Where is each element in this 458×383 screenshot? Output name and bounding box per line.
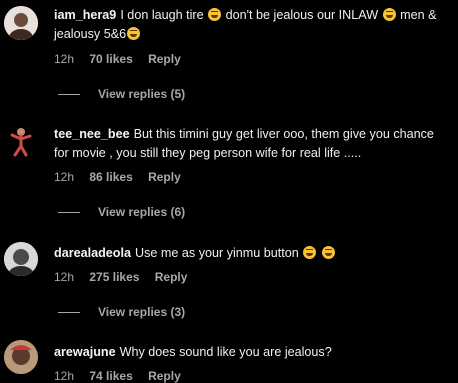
divider-line	[58, 311, 80, 313]
comment-time: 12h	[54, 270, 75, 284]
comment-text: iam_hera9 I don laugh tire don't be jealo…	[54, 8, 437, 41]
view-replies-button[interactable]: View replies (5)	[58, 87, 185, 101]
comment-time: 12h	[54, 170, 75, 184]
comment-username[interactable]: darealadeola	[54, 246, 131, 260]
avatar[interactable]	[4, 340, 38, 374]
view-replies-button[interactable]: View replies (3)	[58, 305, 185, 319]
laughing-emoji-icon	[303, 246, 317, 259]
comment-time: 12h	[54, 52, 75, 66]
comment-text: arewajune Why does sound like you are jea…	[54, 345, 332, 359]
view-replies-button[interactable]: View replies (6)	[58, 205, 185, 219]
reply-button[interactable]: Reply	[148, 52, 181, 66]
laughing-emoji-icon	[321, 246, 335, 259]
reply-button[interactable]: Reply	[155, 270, 188, 284]
like-count[interactable]: 70 likes	[89, 52, 132, 66]
like-count[interactable]: 275 likes	[89, 270, 139, 284]
comment-meta: 12h 86 likes Reply	[54, 170, 193, 184]
comment-username[interactable]: iam_hera9	[54, 8, 116, 22]
avatar[interactable]	[4, 124, 38, 158]
like-count[interactable]: 86 likes	[89, 170, 132, 184]
comment-text: darealadeola Use me as your yinmu button	[54, 244, 452, 263]
laughing-emoji-icon	[382, 8, 396, 21]
reply-button[interactable]: Reply	[148, 170, 181, 184]
divider-line	[58, 211, 80, 213]
laughing-emoji-icon	[127, 27, 141, 40]
comment-meta: 12h 275 likes Reply	[54, 270, 199, 284]
comment-username[interactable]: arewajune	[54, 345, 116, 359]
comment-username[interactable]: tee_nee_bee	[54, 127, 130, 141]
avatar[interactable]	[4, 6, 38, 40]
comment-text: tee_nee_bee But this timini guy get liver…	[54, 127, 434, 160]
comment-meta: 12h 70 likes Reply	[54, 52, 193, 66]
laughing-emoji-icon	[208, 8, 222, 21]
avatar[interactable]	[4, 242, 38, 276]
divider-line	[58, 93, 80, 95]
